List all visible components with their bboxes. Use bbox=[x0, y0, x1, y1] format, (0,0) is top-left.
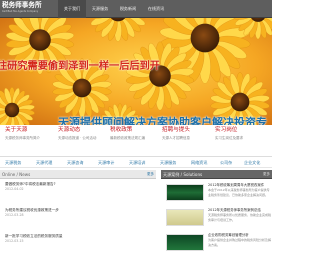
hero-slogan-top: 往研究需要偷到泽到一样一后后到开 bbox=[0, 61, 160, 72]
column-internship[interactable]: 实习岗位 实习生岗位及要求 bbox=[215, 126, 243, 157]
column-recruit[interactable]: 招聘与提头 天源人才招聘信息 bbox=[162, 126, 190, 157]
column-title: 关于天源 bbox=[5, 127, 28, 133]
quick-link[interactable]: 天源咨询 bbox=[67, 157, 83, 168]
case-thumbnail[interactable] bbox=[166, 184, 204, 201]
cases-panel-header: 天源案例 / Solutions 更多 bbox=[161, 170, 272, 179]
news-heading: Online / News bbox=[2, 172, 31, 177]
case-item[interactable]: 企业收购税务筹划管理分析 为客户提供企业并购过程中的税务风险分析及解决方案。 bbox=[161, 233, 272, 257]
cases-more-link[interactable]: 更多 bbox=[263, 170, 270, 179]
column-desc: 最新税收政策法规汇编 bbox=[110, 136, 145, 140]
nav-item-about[interactable]: 关于我们 bbox=[58, 0, 86, 18]
top-navigation-bar: 税务师事务所 Certified Tax Agents Company 关于我们… bbox=[0, 0, 272, 18]
column-desc: 天源人才招聘信息 bbox=[162, 136, 190, 140]
main-nav: 关于我们 天源服务 税务新闻 在线资讯 bbox=[58, 0, 170, 18]
column-desc: 天源税务师事务所简介 bbox=[5, 136, 40, 140]
nav-item-consult[interactable]: 在线资讯 bbox=[142, 0, 170, 18]
news-item[interactable]: 新一批学习税收立法的税务服务质量 2012-03-15 bbox=[0, 231, 156, 257]
news-more-link[interactable]: 更多 bbox=[147, 170, 154, 179]
cases-panel: 天源案例 / Solutions 更多 2012年税收筹划周周年大厦税改案件 本… bbox=[161, 170, 272, 257]
news-date: 2012-03-15 bbox=[5, 239, 24, 243]
column-title: 招聘与提头 bbox=[162, 127, 190, 133]
quick-link[interactable]: 天源培训 bbox=[129, 157, 145, 168]
column-title: 实习岗位 bbox=[215, 127, 238, 133]
case-thumbnail[interactable] bbox=[166, 209, 204, 226]
logo-title: 税务师事务所 bbox=[2, 1, 42, 9]
site-logo[interactable]: 税务师事务所 Certified Tax Agents Company bbox=[2, 1, 54, 17]
quick-link[interactable]: 公司杂 bbox=[220, 157, 232, 168]
hero-banner: 往研究需要偷到泽到一样一后后到开 天源提供顾问解决方案协助客户解决投资专 bbox=[0, 18, 272, 125]
quick-link[interactable]: 天源审计 bbox=[98, 157, 114, 168]
case-desc: 为客户提供企业并购过程中的税务风险分析及解决方案。 bbox=[208, 238, 272, 247]
quick-link[interactable]: 网络资讯 bbox=[191, 157, 207, 168]
quick-link[interactable]: 天源税务 bbox=[5, 157, 21, 168]
case-desc: 天源税务师事务所以优质服务，协助企业完成税务审计与培训工作。 bbox=[208, 213, 272, 222]
news-date: 2012-04-02 bbox=[5, 187, 24, 191]
nav-item-services[interactable]: 天源服务 bbox=[86, 0, 114, 18]
news-panel: Online / News 更多 要做税务师?中将税法最新报告? 2012-04… bbox=[0, 170, 156, 257]
logo-subtitle: Certified Tax Agents Company bbox=[2, 10, 39, 13]
news-item[interactable]: 要做税务师?中将税法最新报告? 2012-04-02 bbox=[0, 179, 156, 205]
column-tax-policy[interactable]: 税收政策 最新税收政策法规汇编 bbox=[110, 126, 145, 157]
news-item[interactable]: 为税务所建议税收优惠政策进一步 2012-03-28 bbox=[0, 205, 156, 231]
column-about[interactable]: 关于天源 天源税务师事务所简介 bbox=[5, 126, 40, 157]
column-desc: 天源动态报道 · 公司活动 bbox=[58, 136, 97, 140]
case-item[interactable]: 2012年天源税务师事务所案例总结 天源税务师事务所以优质服务，协助企业完成税务… bbox=[161, 208, 272, 232]
cases-heading: 天源案例 / Solutions bbox=[163, 172, 203, 177]
feature-columns: 关于天源 天源税务师事务所简介 天源动态 天源动态报道 · 公司活动 税收政策 … bbox=[0, 126, 272, 157]
case-desc: 本会于2012年以来税务师事务所为客户提供专业税务筹划建议，已协助多家企业解决问… bbox=[208, 188, 270, 197]
quick-link[interactable]: 天源代理 bbox=[36, 157, 52, 168]
case-item[interactable]: 2012年税收筹划周周年大厦税改案件 本会于2012年以来税务师事务所为客户提供… bbox=[161, 183, 272, 207]
page: 税务师事务所 Certified Tax Agents Company 关于我们… bbox=[0, 0, 272, 257]
quick-links-bar: 天源税务 天源代理 天源咨询 天源审计 天源培训 天源服务 网络资讯 公司杂 企… bbox=[0, 157, 272, 168]
column-dynamics[interactable]: 天源动态 天源动态报道 · 公司活动 bbox=[58, 126, 96, 157]
quick-link[interactable]: 天源服务 bbox=[160, 157, 176, 168]
case-thumbnail[interactable] bbox=[166, 234, 204, 251]
hero-slogan-bottom: 天源提供顾问解决方案协助客户解决投资专 bbox=[58, 116, 267, 125]
quick-link[interactable]: 企业文化 bbox=[244, 157, 260, 168]
column-desc: 实习生岗位及要求 bbox=[215, 136, 243, 140]
news-date: 2012-03-28 bbox=[5, 213, 24, 217]
nav-item-news[interactable]: 税务新闻 bbox=[114, 0, 142, 18]
column-title: 天源动态 bbox=[58, 127, 81, 133]
column-title: 税收政策 bbox=[110, 127, 133, 133]
news-panel-header: Online / News 更多 bbox=[0, 170, 156, 179]
